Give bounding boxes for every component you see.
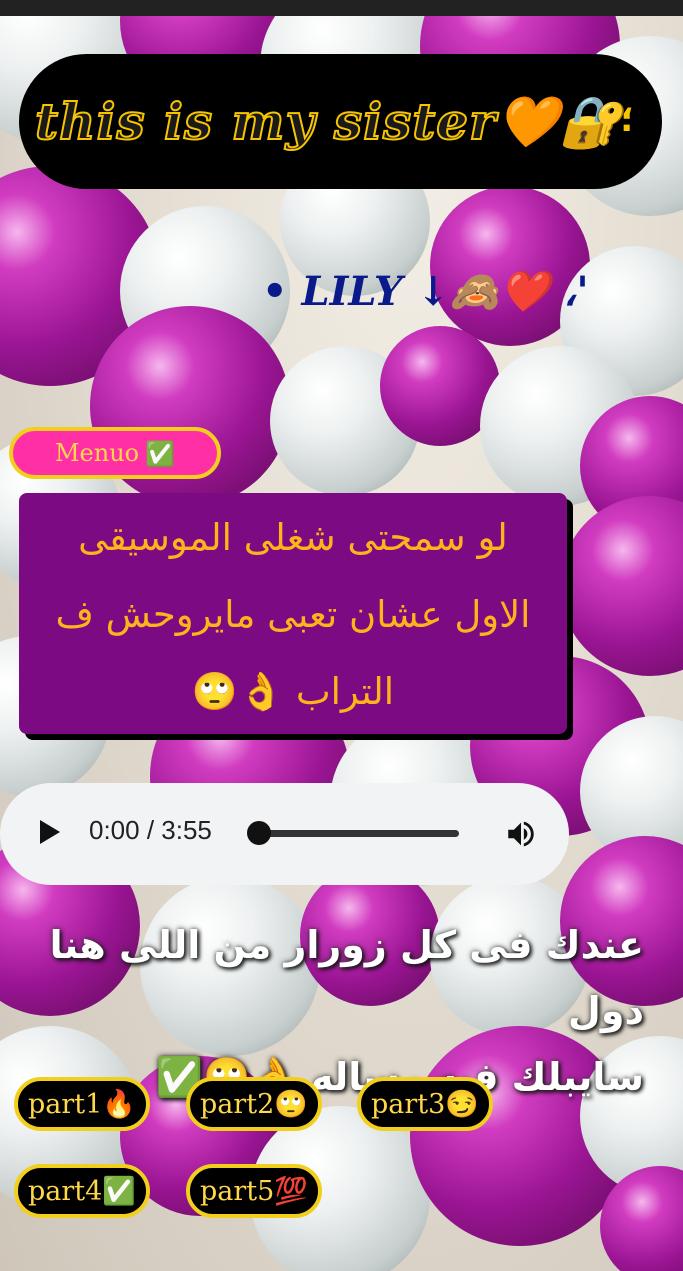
- page-title: this is my sister🧡🔐: [34, 91, 623, 152]
- message-line: لو سمحتى شغلى الموسيقى: [78, 516, 508, 559]
- menu-button[interactable]: Menuo ✅: [9, 427, 221, 479]
- checkmark-icon: ✅: [145, 438, 176, 468]
- message-box: لو سمحتى شغلى الموسيقى الاول عشان تعبى م…: [19, 493, 567, 734]
- volume-icon[interactable]: [504, 817, 538, 851]
- audio-time: 0:00 / 3:55: [89, 815, 212, 845]
- part1-button[interactable]: part1🔥: [14, 1077, 150, 1131]
- subtitle: • LILY ↓🙈❤️ ،': [262, 268, 589, 315]
- status-bar: [0, 0, 683, 16]
- seek-bar[interactable]: [259, 830, 459, 837]
- part5-button[interactable]: part5💯: [186, 1164, 322, 1218]
- title-suffix: ؛: [620, 100, 634, 140]
- part4-button[interactable]: part4✅: [14, 1164, 150, 1218]
- part2-button[interactable]: part2🙄: [186, 1077, 322, 1131]
- audio-player: 0:00 / 3:55: [0, 783, 569, 885]
- title-banner: this is my sister🧡🔐 ؛: [19, 54, 662, 189]
- seek-handle[interactable]: [247, 821, 271, 845]
- part3-button[interactable]: part3😏: [357, 1077, 493, 1131]
- menu-button-label: Menuo: [54, 439, 140, 467]
- info-line: عندك فى كل زورار من اللى هنا دول: [49, 923, 644, 1033]
- message-line: الاول عشان تعبى مايروحش ف: [55, 593, 531, 636]
- message-line: التراب 👌🙄: [191, 670, 395, 713]
- play-icon[interactable]: [40, 820, 60, 844]
